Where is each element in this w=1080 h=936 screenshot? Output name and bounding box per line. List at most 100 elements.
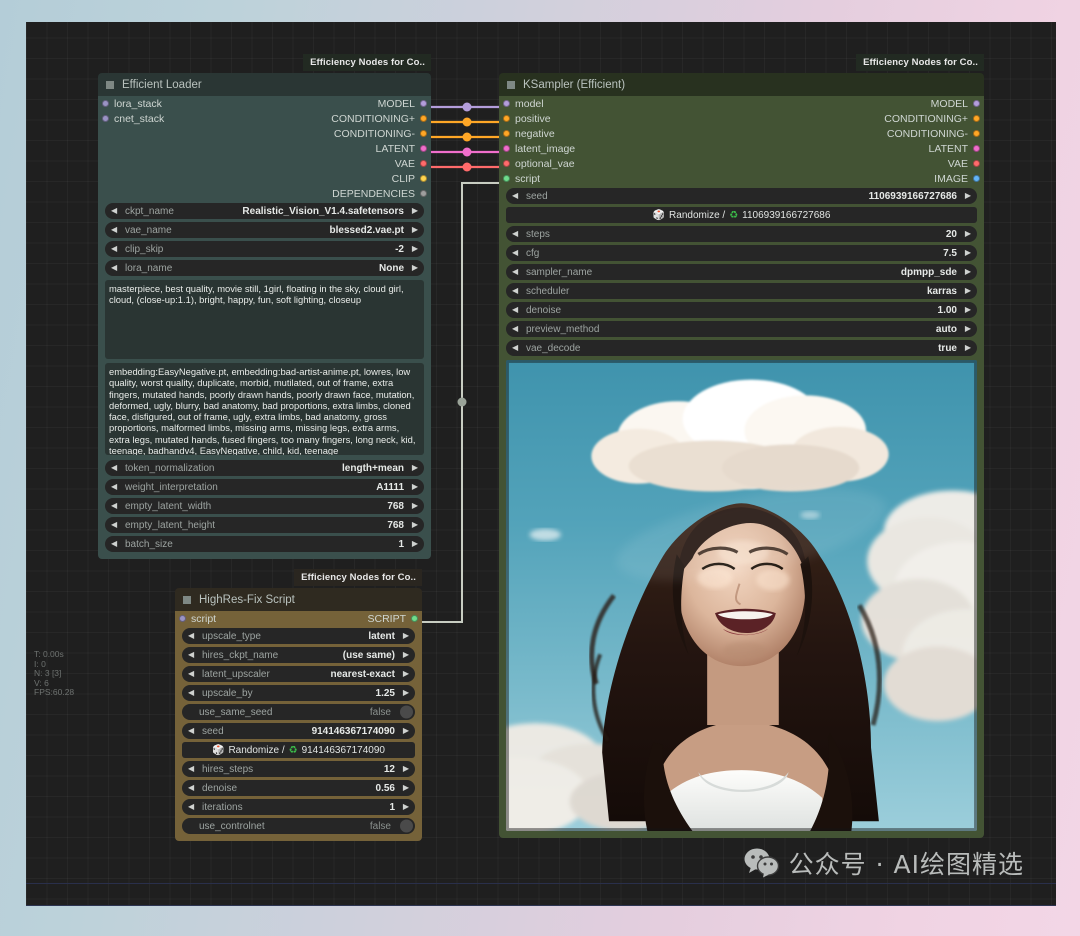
prev-arrow-icon[interactable]: ◀ [512, 287, 518, 295]
output-slot-conditioning-plus[interactable]: CONDITIONING+ [742, 111, 985, 126]
socket-dot-icon[interactable] [973, 130, 980, 137]
widget-sampler-name[interactable]: ◀ sampler_name dpmpp_sde ▶ [506, 264, 977, 280]
next-arrow-icon[interactable]: ▶ [403, 727, 409, 735]
output-slot-model[interactable]: MODEL [265, 96, 432, 111]
output-slot-clip[interactable]: CLIP [265, 171, 432, 186]
widget-randomize-seed-highres[interactable]: 🎲 Randomize / ♻ 914146367174090 [182, 742, 415, 758]
node-title-highres-fix[interactable]: HighRes-Fix Script [175, 588, 422, 611]
node-efficient-loader[interactable]: Efficiency Nodes for Co.. Efficient Load… [98, 54, 432, 559]
socket-dot-icon[interactable] [973, 145, 980, 152]
widget-latent-upscaler[interactable]: ◀ latent_upscaler nearest-exact ▶ [182, 666, 415, 682]
socket-dot-icon[interactable] [503, 160, 510, 167]
node-ksampler-efficient[interactable]: Efficiency Nodes for Co.. KSampler (Effi… [499, 54, 985, 838]
output-slot-dependencies[interactable]: DEPENDENCIES [265, 186, 432, 201]
widget-empty-latent-height[interactable]: ◀ empty_latent_height 768 ▶ [105, 517, 424, 533]
node-title-ksampler[interactable]: KSampler (Efficient) [499, 73, 984, 96]
socket-dot-icon[interactable] [420, 100, 427, 107]
next-arrow-icon[interactable]: ▶ [412, 502, 418, 510]
input-slot-optional-vae[interactable]: optional_vae [499, 156, 742, 171]
next-arrow-icon[interactable]: ▶ [403, 670, 409, 678]
next-arrow-icon[interactable]: ▶ [412, 540, 418, 548]
socket-dot-icon[interactable] [420, 190, 427, 197]
prev-arrow-icon[interactable]: ◀ [188, 727, 194, 735]
next-arrow-icon[interactable]: ▶ [403, 632, 409, 640]
widget-vae-name[interactable]: ◀ vae_name blessed2.vae.pt ▶ [105, 222, 424, 238]
socket-dot-icon[interactable] [420, 145, 427, 152]
collapse-icon[interactable] [106, 80, 114, 89]
prev-arrow-icon[interactable]: ◀ [512, 249, 518, 257]
next-arrow-icon[interactable]: ▶ [403, 689, 409, 697]
input-slot-lora-stack[interactable]: lora_stack [98, 96, 265, 111]
widget-ckpt-name[interactable]: ◀ ckpt_name Realistic_Vision_V1.4.safete… [105, 203, 424, 219]
prev-arrow-icon[interactable]: ◀ [111, 464, 117, 472]
widget-scheduler[interactable]: ◀ scheduler karras ▶ [506, 283, 977, 299]
next-arrow-icon[interactable]: ▶ [965, 344, 971, 352]
prev-arrow-icon[interactable]: ◀ [188, 689, 194, 697]
widget-token-normalization[interactable]: ◀ token_normalization length+mean ▶ [105, 460, 424, 476]
toggle-knob-icon[interactable] [400, 705, 413, 719]
prev-arrow-icon[interactable]: ◀ [111, 264, 117, 272]
next-arrow-icon[interactable]: ▶ [965, 325, 971, 333]
output-slot-conditioning-plus[interactable]: CONDITIONING+ [265, 111, 432, 126]
socket-dot-icon[interactable] [973, 175, 980, 182]
prev-arrow-icon[interactable]: ◀ [512, 325, 518, 333]
prev-arrow-icon[interactable]: ◀ [111, 245, 117, 253]
socket-dot-icon[interactable] [102, 115, 109, 122]
prev-arrow-icon[interactable]: ◀ [111, 502, 117, 510]
socket-dot-icon[interactable] [503, 115, 510, 122]
node-title-efficient-loader[interactable]: Efficient Loader [98, 73, 431, 96]
next-arrow-icon[interactable]: ▶ [965, 268, 971, 276]
prev-arrow-icon[interactable]: ◀ [188, 765, 194, 773]
prev-arrow-icon[interactable]: ◀ [111, 483, 117, 491]
socket-dot-icon[interactable] [420, 160, 427, 167]
socket-dot-icon[interactable] [420, 175, 427, 182]
socket-dot-icon[interactable] [973, 100, 980, 107]
prev-arrow-icon[interactable]: ◀ [512, 344, 518, 352]
next-arrow-icon[interactable]: ▶ [412, 521, 418, 529]
widget-steps[interactable]: ◀ steps 20 ▶ [506, 226, 977, 242]
toggle-knob-icon[interactable] [400, 819, 413, 833]
widget-upscale-type[interactable]: ◀ upscale_type latent ▶ [182, 628, 415, 644]
output-slot-model[interactable]: MODEL [742, 96, 985, 111]
widget-upscale-by[interactable]: ◀ upscale_by 1.25 ▶ [182, 685, 415, 701]
prev-arrow-icon[interactable]: ◀ [111, 226, 117, 234]
negative-prompt-textarea[interactable]: embedding:EasyNegative.pt, embedding:bad… [105, 363, 424, 455]
socket-dot-icon[interactable] [102, 100, 109, 107]
prev-arrow-icon[interactable]: ◀ [111, 540, 117, 548]
widget-weight-interpretation[interactable]: ◀ weight_interpretation A1111 ▶ [105, 479, 424, 495]
next-arrow-icon[interactable]: ▶ [403, 803, 409, 811]
output-slot-latent[interactable]: LATENT [265, 141, 432, 156]
collapse-icon[interactable] [507, 80, 515, 89]
socket-dot-icon[interactable] [503, 145, 510, 152]
socket-dot-icon[interactable] [503, 130, 510, 137]
widget-denoise[interactable]: ◀ denoise 0.56 ▶ [182, 780, 415, 796]
widget-seed[interactable]: ◀ seed 1106939166727686 ▶ [506, 188, 977, 204]
next-arrow-icon[interactable]: ▶ [403, 651, 409, 659]
next-arrow-icon[interactable]: ▶ [412, 207, 418, 215]
collapse-icon[interactable] [183, 595, 191, 604]
output-slot-script[interactable]: SCRIPT [299, 611, 423, 626]
output-slot-image[interactable]: IMAGE [742, 171, 985, 186]
widget-use-controlnet[interactable]: use_controlnet false [182, 818, 415, 834]
next-arrow-icon[interactable]: ▶ [965, 230, 971, 238]
output-slot-latent[interactable]: LATENT [742, 141, 985, 156]
next-arrow-icon[interactable]: ▶ [403, 784, 409, 792]
prev-arrow-icon[interactable]: ◀ [111, 207, 117, 215]
widget-vae-decode[interactable]: ◀ vae_decode true ▶ [506, 340, 977, 356]
widget-batch-size[interactable]: ◀ batch_size 1 ▶ [105, 536, 424, 552]
next-arrow-icon[interactable]: ▶ [412, 245, 418, 253]
prev-arrow-icon[interactable]: ◀ [111, 521, 117, 529]
widget-randomize-seed-ksampler[interactable]: 🎲 Randomize / ♻ 1106939166727686 [506, 207, 977, 223]
socket-dot-icon[interactable] [503, 175, 510, 182]
widget-seed[interactable]: ◀ seed 914146367174090 ▶ [182, 723, 415, 739]
widget-lora-name[interactable]: ◀ lora_name None ▶ [105, 260, 424, 276]
next-arrow-icon[interactable]: ▶ [965, 287, 971, 295]
widget-cfg[interactable]: ◀ cfg 7.5 ▶ [506, 245, 977, 261]
widget-empty-latent-width[interactable]: ◀ empty_latent_width 768 ▶ [105, 498, 424, 514]
input-slot-cnet-stack[interactable]: cnet_stack [98, 111, 265, 126]
widget-preview-method[interactable]: ◀ preview_method auto ▶ [506, 321, 977, 337]
prev-arrow-icon[interactable]: ◀ [188, 651, 194, 659]
positive-prompt-textarea[interactable]: masterpiece, best quality, movie still, … [105, 280, 424, 359]
next-arrow-icon[interactable]: ▶ [412, 483, 418, 491]
prev-arrow-icon[interactable]: ◀ [512, 192, 518, 200]
